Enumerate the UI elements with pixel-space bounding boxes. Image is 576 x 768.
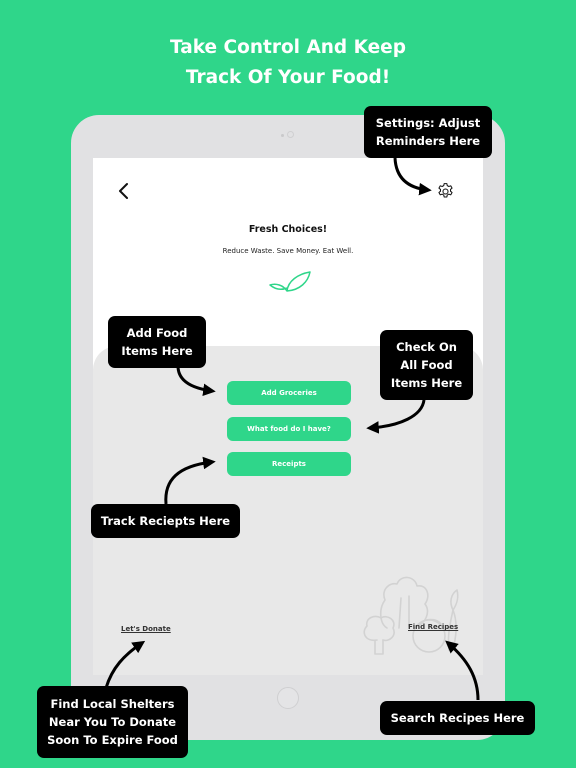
headline-line-1: Take Control And Keep: [170, 37, 406, 58]
callout-donate: Find Local Shelters Near You To Donate Soo…: [37, 686, 188, 758]
callout-check-food-line-3: Items Here: [390, 376, 463, 390]
find-recipes-link[interactable]: Find Recipes: [408, 623, 458, 631]
callout-check-food-line-2: All Food: [400, 358, 453, 372]
gear-icon[interactable]: [436, 182, 455, 201]
headline-line-2: Track Of Your Food!: [185, 67, 391, 88]
callout-add-food-line-2: Items Here: [121, 344, 193, 358]
vegetables-icon: [363, 576, 459, 655]
add-groceries-button[interactable]: Add Groceries: [227, 381, 351, 405]
leaf-icon: [269, 271, 311, 292]
chevron-left-icon[interactable]: [115, 180, 133, 202]
callout-receipts-line-1: Track Reciepts Here: [100, 514, 231, 528]
callout-donate-line-3: Soon To Expire Food: [47, 733, 178, 747]
home-button[interactable]: [277, 687, 299, 709]
app-title: Fresh Choices!: [248, 224, 328, 235]
callout-check-food: Check On All Food Items Here: [380, 330, 473, 400]
callout-recipes-line-1: Search Recipes Here: [390, 711, 525, 725]
receipts-button[interactable]: Receipts: [227, 452, 351, 476]
lets-donate-link[interactable]: Let's Donate: [121, 625, 171, 633]
callout-check-food-line-1: Check On: [396, 340, 457, 354]
callout-settings-line-2: Reminders Here: [375, 134, 481, 148]
callout-add-food-line-1: Add Food: [126, 326, 188, 340]
app-screen: Fresh Choices! Reduce Waste. Save Money.…: [93, 158, 483, 675]
app-tagline: Reduce Waste. Save Money. Eat Well.: [222, 247, 354, 255]
callout-add-food: Add Food Items Here: [108, 316, 206, 368]
camera-icon: [281, 131, 295, 139]
callout-recipes: Search Recipes Here: [380, 701, 535, 735]
tablet-frame: Fresh Choices! Reduce Waste. Save Money.…: [71, 115, 505, 740]
callout-donate-line-2: Near You To Donate: [48, 715, 177, 729]
callout-receipts: Track Reciepts Here: [91, 504, 240, 538]
callout-donate-line-1: Find Local Shelters: [50, 697, 175, 711]
callout-settings-line-1: Settings: Adjust: [375, 116, 481, 130]
headline: Take Control And Keep Track Of Your Food…: [0, 33, 576, 93]
what-food-button[interactable]: What food do I have?: [227, 417, 351, 441]
callout-settings: Settings: Adjust Reminders Here: [364, 106, 492, 158]
